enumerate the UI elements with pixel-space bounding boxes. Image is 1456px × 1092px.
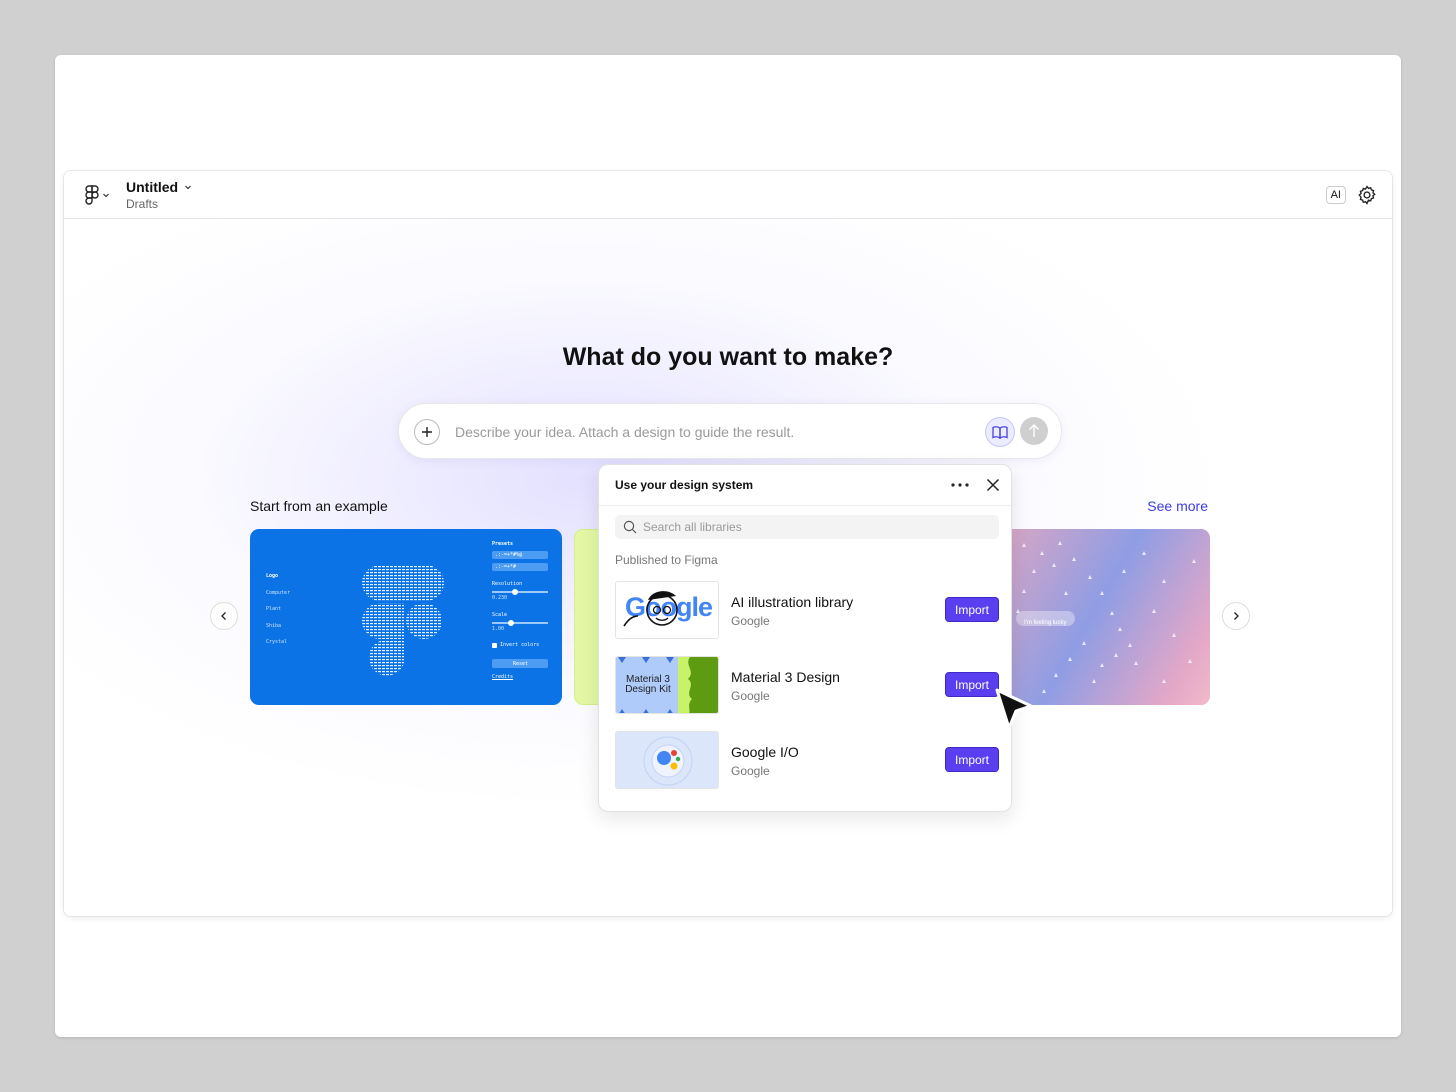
library-thumbnail: Google (615, 581, 719, 639)
presets-label: Presets (492, 541, 514, 547)
design-system-popover: Use your design system Published to Figm… (598, 464, 1012, 812)
library-name: Google I/O (731, 744, 799, 760)
file-title: Untitled (126, 179, 179, 195)
scale-slider-knob[interactable] (508, 620, 514, 626)
preset-1-label: .:-=+*#%@ (495, 552, 523, 558)
cursor-icon (995, 688, 1033, 730)
ascii-figma-logo (362, 565, 444, 676)
chevron-down-icon (103, 193, 109, 198)
design-system-button[interactable] (985, 417, 1015, 447)
resolution-label: Resolution (492, 581, 523, 587)
feeling-lucky-chip[interactable]: I'm feeling lucky (1016, 611, 1075, 626)
preset-1[interactable]: .:-=+*#%@ (492, 551, 548, 559)
feeling-lucky-label: I'm feeling lucky (1024, 620, 1067, 626)
library-row[interactable]: Google I/O Google Import (615, 731, 999, 789)
chevron-right-icon (1234, 612, 1239, 620)
main-menu-button[interactable] (84, 183, 116, 207)
resolution-value: 0.230 (492, 595, 508, 601)
gear-icon[interactable] (1356, 184, 1378, 206)
plus-icon (422, 427, 432, 437)
carousel-next-button[interactable] (1222, 602, 1250, 630)
assistant-dots (643, 736, 693, 786)
library-thumbnail: Material 3 Design Kit (615, 656, 719, 714)
prompt-input[interactable] (455, 420, 975, 444)
carousel-prev-button[interactable] (210, 602, 238, 630)
example-card-particles[interactable]: I'm feeling lucky (1004, 529, 1210, 705)
see-more-link[interactable]: See more (1147, 498, 1208, 514)
library-org: Google (731, 614, 770, 628)
library-name: Material 3 Design (731, 669, 840, 685)
page-heading: What do you want to make? (562, 343, 894, 371)
card-menu-item: Shiba (266, 623, 282, 629)
reset-label: Reset (513, 660, 529, 667)
book-icon (992, 426, 1008, 439)
library-row[interactable]: Google AI illustration library Google Im… (615, 581, 999, 639)
resolution-slider[interactable] (492, 589, 548, 595)
library-search (615, 515, 999, 539)
thumbnail-kit-title: Material 3 Design Kit (625, 674, 671, 695)
credits-link[interactable]: Credits (492, 674, 513, 680)
prompt-bar (398, 403, 1062, 459)
import-button[interactable]: Import (945, 672, 999, 697)
import-button[interactable]: Import (945, 747, 999, 772)
file-title-dropdown[interactable]: Untitled (126, 179, 192, 195)
scale-value: 1.00 (492, 626, 505, 632)
close-icon[interactable] (983, 475, 1003, 495)
popover-title: Use your design system (615, 478, 754, 492)
library-org: Google (731, 764, 770, 778)
card-menu-item: Crystal (266, 639, 288, 645)
invert-label: Invert colors (500, 642, 540, 648)
reset-button[interactable]: Reset (492, 659, 548, 668)
file-location: Drafts (126, 197, 159, 211)
library-name: AI illustration library (731, 594, 854, 610)
preset-2[interactable]: .:-=+*# (492, 563, 548, 571)
published-section-label: Published to Figma (615, 553, 718, 567)
library-thumbnail (615, 731, 719, 789)
figma-logo-icon (85, 185, 99, 205)
example-card-ascii[interactable]: Logo Computer Plant Shiba Crystal Preset… (250, 529, 562, 705)
scale-slider[interactable] (492, 620, 548, 626)
more-options-button[interactable] (949, 475, 971, 495)
attach-button[interactable] (414, 419, 440, 445)
library-org: Google (731, 689, 770, 703)
resolution-slider-knob[interactable] (512, 589, 518, 595)
card-menu-item: Logo (266, 573, 279, 579)
ai-badge[interactable]: AI (1325, 186, 1346, 204)
top-bar: Untitled Drafts AI (64, 171, 1392, 219)
illustration-face (623, 591, 678, 627)
search-icon (623, 520, 637, 534)
preset-2-label: .:-=+*# (495, 564, 517, 570)
invert-checkbox[interactable] (492, 643, 497, 648)
library-search-input[interactable] (643, 518, 983, 536)
divider (599, 505, 1011, 506)
arrow-up-icon (1029, 424, 1039, 437)
section-label: Start from an example (250, 498, 388, 514)
scale-label: Scale (492, 612, 508, 618)
card-menu-item: Plant (266, 606, 282, 612)
card-menu-item: Computer (266, 590, 291, 596)
more-icon (951, 483, 969, 487)
chevron-down-icon (185, 185, 192, 190)
chevron-left-icon (221, 612, 226, 620)
library-row[interactable]: Material 3 Design Kit Material 3 Design … (615, 656, 999, 714)
import-button[interactable]: Import (945, 597, 999, 622)
send-button[interactable] (1020, 417, 1048, 445)
